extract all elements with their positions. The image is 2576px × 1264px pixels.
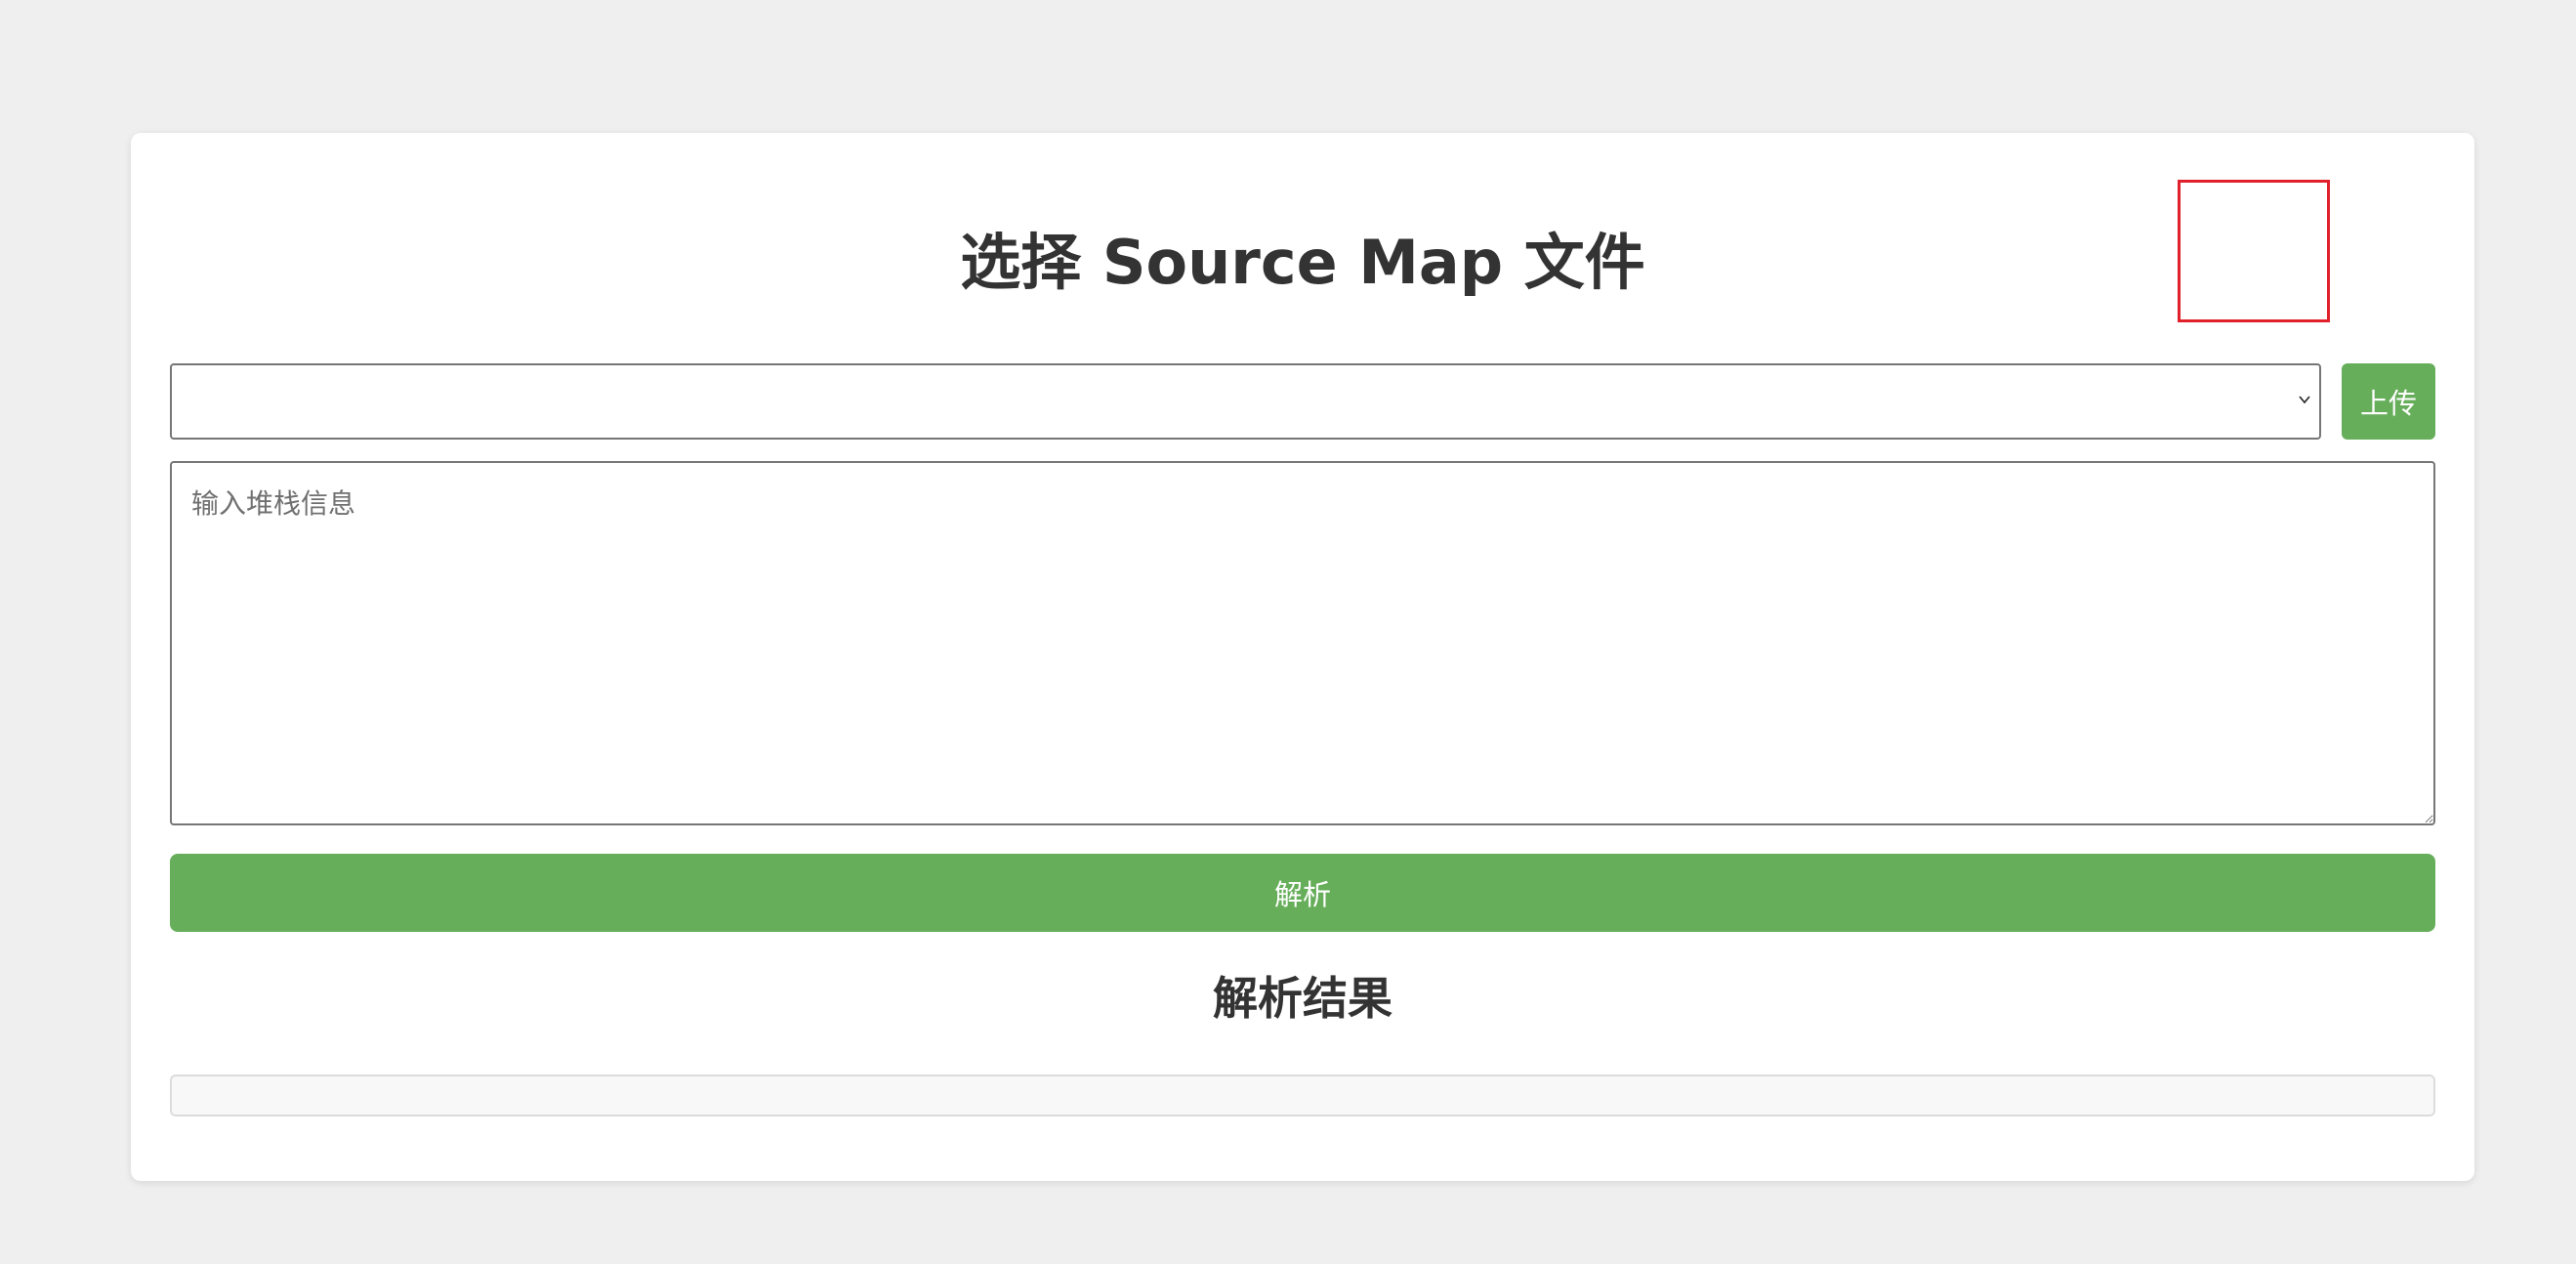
stack-trace-input[interactable] [170, 461, 2435, 825]
result-output [170, 1074, 2435, 1117]
result-title: 解析结果 [1213, 972, 1392, 1025]
parse-button[interactable]: 解析 [170, 854, 2435, 932]
upload-button[interactable]: 上传 [2342, 363, 2435, 440]
page-title: 选择 Source Map 文件 [960, 227, 1645, 298]
chevron-down-icon [2299, 396, 2310, 404]
source-map-select[interactable] [170, 363, 2321, 440]
main-card: 选择 Source Map 文件 上传 解析 解析结果 [131, 133, 2474, 1181]
